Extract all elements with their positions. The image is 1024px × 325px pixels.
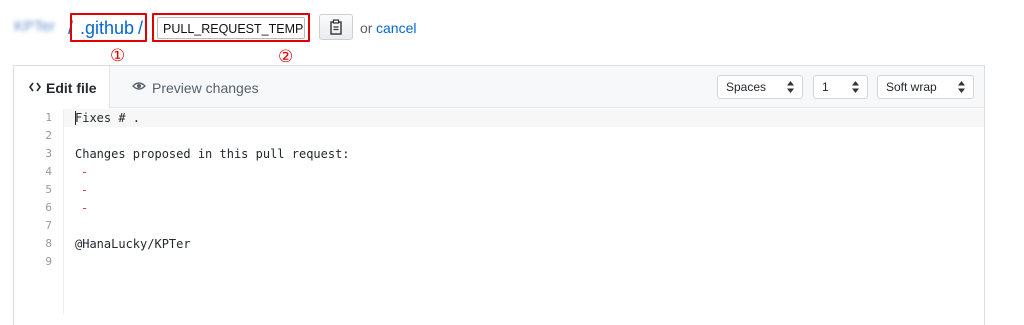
eye-icon	[132, 82, 146, 90]
line-number: 5	[45, 183, 52, 196]
indent-size-value: 1	[822, 80, 829, 94]
code-line[interactable]: @HanaLucky/KPTer	[75, 235, 191, 253]
indent-mode-value: Spaces	[726, 80, 767, 94]
line-number: 4	[45, 165, 52, 178]
line-number: 7	[45, 219, 52, 232]
line-number: 6	[45, 201, 52, 214]
annotation-number-2: ②	[278, 47, 294, 67]
paste-button[interactable]	[319, 14, 353, 40]
annotation-number-1: ①	[110, 46, 126, 66]
select-arrows-icon	[787, 81, 794, 93]
line-number: 9	[45, 255, 52, 268]
annotation-box-2	[152, 13, 310, 42]
tab-edit-file-label[interactable]: Edit file	[46, 79, 97, 97]
line-number: 8	[45, 237, 52, 250]
code-line[interactable]: Changes proposed in this pull request:	[75, 145, 350, 163]
active-line-highlight	[14, 109, 984, 127]
clipboard-icon	[330, 19, 342, 35]
indent-mode-select[interactable]: Spaces	[717, 75, 803, 99]
code-line[interactable]: -	[81, 199, 88, 217]
line-number: 2	[45, 129, 52, 142]
code-line[interactable]: -	[81, 163, 88, 181]
text-cursor	[75, 111, 76, 125]
select-arrows-icon	[958, 81, 965, 93]
indent-size-select[interactable]: 1	[813, 75, 868, 99]
line-number: 3	[45, 147, 52, 160]
cancel-link[interactable]: cancel	[376, 19, 416, 37]
code-line[interactable]: -	[81, 181, 88, 199]
line-number: 1	[45, 111, 52, 124]
wrap-mode-select[interactable]: Soft wrap	[877, 75, 974, 99]
code-line[interactable]: Fixes # .	[75, 109, 140, 127]
or-text: or	[360, 20, 373, 36]
code-icon	[29, 82, 41, 92]
select-arrows-icon	[852, 81, 859, 93]
wrap-mode-value: Soft wrap	[886, 80, 937, 94]
repo-name-link[interactable]: KPTer	[14, 18, 66, 36]
tab-preview-changes[interactable]: Preview changes	[152, 79, 259, 97]
annotation-box-1	[70, 13, 147, 42]
